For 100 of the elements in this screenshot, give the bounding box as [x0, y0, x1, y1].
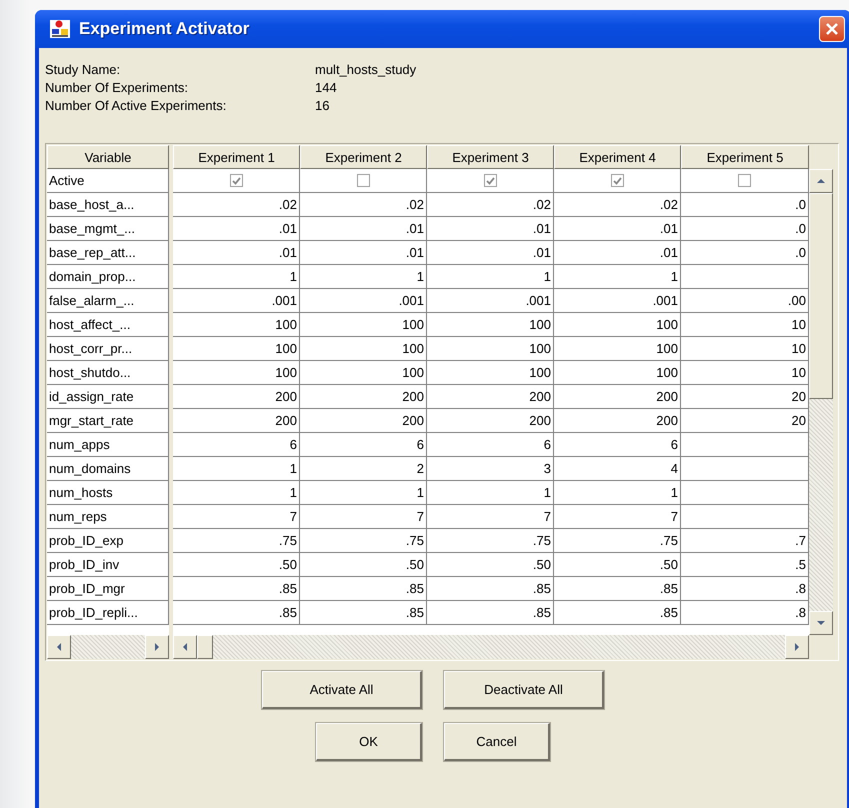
table-cell: 6	[173, 433, 300, 457]
field-value: mult_hosts_study	[315, 62, 418, 77]
table-cell: 100	[554, 313, 681, 337]
field-value: 144	[315, 80, 338, 95]
table-cell: 6	[554, 433, 681, 457]
table-cell: 2	[300, 457, 427, 481]
table-cell: .50	[427, 553, 554, 577]
table-cell: 6	[300, 433, 427, 457]
column-header[interactable]: Experiment 3	[427, 145, 554, 169]
table-cell: .75	[554, 529, 681, 553]
window-title: Experiment Activator	[79, 19, 250, 39]
table-cell: .75	[300, 529, 427, 553]
table-cell: 7	[173, 505, 300, 529]
column-header[interactable]: Experiment 4	[554, 145, 681, 169]
table-cell: domain_prop...	[47, 265, 169, 289]
table-cell: .01	[300, 217, 427, 241]
table-cell: 1	[300, 481, 427, 505]
dialog-button[interactable]: Activate All	[262, 671, 422, 709]
active-checkbox[interactable]	[484, 174, 496, 187]
table-cell: .85	[173, 577, 300, 601]
table-cell: 200	[427, 385, 554, 409]
table-cell: num_domains	[47, 457, 169, 481]
table-cell: .001	[300, 289, 427, 313]
table-cell: .01	[554, 241, 681, 265]
active-checkbox[interactable]	[356, 174, 370, 187]
dialog-button[interactable]: Deactivate All	[444, 671, 604, 709]
scroll-left-button[interactable]	[173, 635, 197, 659]
table-cell: 1	[554, 265, 681, 289]
table-cell: 4	[554, 457, 681, 481]
scroll-right-button[interactable]	[145, 635, 169, 659]
scroll-left-button[interactable]	[47, 635, 71, 659]
table-cell: .85	[427, 577, 554, 601]
dialog-button[interactable]: OK	[316, 723, 422, 761]
table-cell: 200	[554, 409, 681, 433]
close-button[interactable]	[819, 16, 845, 42]
scroll-down-button[interactable]	[809, 611, 833, 635]
dialog-button[interactable]: Cancel	[444, 723, 550, 761]
table-cell: 1	[173, 265, 300, 289]
table-cell: 100	[427, 313, 554, 337]
table-cell: 200	[300, 385, 427, 409]
table-cell: .02	[554, 193, 681, 217]
column-header[interactable]: Experiment 1	[173, 145, 300, 169]
column-header[interactable]: Variable	[47, 145, 169, 169]
table-cell: 100	[173, 313, 300, 337]
table-cell: 3	[427, 457, 554, 481]
table-cell: .85	[427, 601, 554, 625]
scrollbar-thumb[interactable]	[809, 193, 833, 399]
table-cell: host_shutdo...	[47, 361, 169, 385]
down-arrow-icon	[816, 619, 826, 627]
up-arrow-icon	[816, 177, 826, 185]
table-cell: .01	[173, 241, 300, 265]
table-cell: 100	[173, 337, 300, 361]
field-label: Number Of Active Experiments:	[45, 98, 228, 113]
table-cell: 6	[427, 433, 554, 457]
left-arrow-icon	[181, 642, 189, 652]
scroll-right-button[interactable]	[785, 635, 809, 659]
right-arrow-icon	[793, 642, 801, 652]
table-cell: .85	[554, 601, 681, 625]
table-cell: .02	[173, 193, 300, 217]
table-cell: .75	[173, 529, 300, 553]
table-cell: .001	[173, 289, 300, 313]
table-cell: 1	[300, 265, 427, 289]
table-cell: base_mgmt_...	[47, 217, 169, 241]
table-cell: id_assign_rate	[47, 385, 169, 409]
right-arrow-icon	[153, 642, 161, 652]
table-cell: .85	[554, 577, 681, 601]
table-cell: num_apps	[47, 433, 169, 457]
table-cell: 200	[427, 409, 554, 433]
table-cell: 100	[173, 361, 300, 385]
column-header[interactable]: Experiment 5	[681, 145, 809, 169]
table-cell: 1	[427, 481, 554, 505]
table-cell: 200	[554, 385, 681, 409]
scroll-up-button[interactable]	[809, 169, 833, 193]
table-cell: 7	[427, 505, 554, 529]
table-cell: num_hosts	[47, 481, 169, 505]
table-cell: .01	[427, 217, 554, 241]
table-cell: prob_ID_repli...	[47, 601, 169, 625]
table-cell: Active	[47, 169, 169, 193]
field-label: Study Name:	[45, 62, 122, 77]
table-cell: .50	[300, 553, 427, 577]
field-value: 16	[315, 98, 330, 113]
table-cell: .75	[427, 529, 554, 553]
table-cell: 200	[173, 409, 300, 433]
table-cell: 7	[554, 505, 681, 529]
table-cell: .85	[300, 601, 427, 625]
table-cell: host_affect_...	[47, 313, 169, 337]
scrollbar-thumb[interactable]	[197, 635, 213, 659]
active-checkbox[interactable]	[738, 174, 751, 187]
table-cell: 1	[427, 265, 554, 289]
table-cell: 100	[300, 337, 427, 361]
column-header[interactable]: Experiment 2	[300, 145, 427, 169]
table-cell: 7	[300, 505, 427, 529]
table-cell: 100	[300, 313, 427, 337]
table-cell: 100	[554, 361, 681, 385]
active-checkbox[interactable]	[230, 174, 242, 187]
active-checkbox[interactable]	[610, 174, 624, 187]
table-cell: .50	[554, 553, 681, 577]
table-cell: 100	[554, 337, 681, 361]
table-cell: prob_ID_inv	[47, 553, 169, 577]
table-cell: 200	[173, 385, 300, 409]
